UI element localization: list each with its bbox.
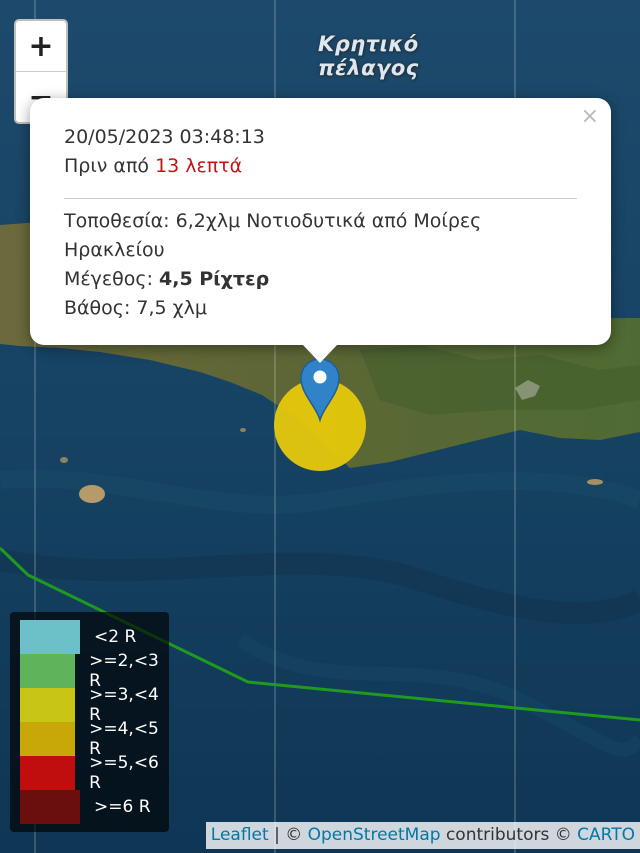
popup-tip <box>303 345 337 363</box>
legend-swatch <box>20 620 80 654</box>
legend-row: >=6 R <box>20 790 169 824</box>
magnitude-legend: <2 R >=2,<3 R >=3,<4 R >=4,<5 R >=5,<6 R >=6 … <box>10 612 169 832</box>
attribution-separator: | © <box>274 825 303 845</box>
legend-swatch <box>20 688 76 722</box>
legend-row: <2 R <box>20 620 169 654</box>
map[interactable]: + − Κρητικό πέλαγος × 20/05/2023 03:48:1… <box>0 0 640 853</box>
depth-label: Βάθος: <box>64 297 131 319</box>
location-label: Τοποθεσία: <box>64 210 170 232</box>
island-small <box>587 479 603 485</box>
location-row: Τοποθεσία: 6,2χλμ Νοτιοδυτικά από Μοίρες… <box>64 207 577 265</box>
legend-swatch <box>20 654 76 688</box>
legend-label: <2 R <box>94 627 137 647</box>
sea-name-label: Κρητικό πέλαγος <box>318 32 419 80</box>
depth-row: Βάθος: 7,5 χλμ <box>64 294 577 323</box>
magnitude-value: 4,5 Ρίχτερ <box>159 268 270 290</box>
island-paximadia <box>79 485 105 503</box>
legend-row: >=4,<5 R <box>20 719 169 759</box>
magnitude-label: Μέγεθος: <box>64 268 153 290</box>
map-attribution: Leaflet | © OpenStreetMap contributors ©… <box>205 822 640 849</box>
legend-label: >=5,<6 R <box>89 753 159 793</box>
event-datetime: 20/05/2023 03:48:13 <box>64 126 265 148</box>
time-ago-prefix: Πριν από <box>64 155 150 177</box>
legend-label: >=6 R <box>94 797 151 817</box>
popup-divider <box>64 198 577 199</box>
legend-row: >=5,<6 R <box>20 753 169 793</box>
zoom-in-button[interactable]: + <box>16 21 66 71</box>
legend-swatch <box>20 756 76 790</box>
time-ago-value: 13 λεπτά <box>155 155 243 177</box>
magnitude-row: Μέγεθος: 4,5 Ρίχτερ <box>64 265 577 294</box>
sea-name-line2: πέλαγος <box>318 56 419 80</box>
openstreetmap-link[interactable]: OpenStreetMap <box>308 825 441 845</box>
time-ago: Πριν από 13 λεπτά <box>64 152 577 181</box>
legend-swatch <box>20 790 80 824</box>
depth-value: 7,5 χλμ <box>136 297 207 319</box>
sea-name-line1: Κρητικό <box>318 32 419 56</box>
earthquake-popup: × 20/05/2023 03:48:13 Πριν από 13 λεπτά … <box>30 98 611 345</box>
leaflet-link[interactable]: Leaflet <box>211 825 269 845</box>
island-small <box>240 428 246 432</box>
close-icon[interactable]: × <box>581 104 599 129</box>
legend-swatch <box>20 722 76 756</box>
island-small <box>60 457 68 463</box>
attribution-contributors: contributors © <box>445 825 572 845</box>
carto-link[interactable]: CARTO <box>577 825 635 845</box>
legend-row: >=2,<3 R <box>20 651 169 691</box>
legend-row: >=3,<4 R <box>20 685 169 725</box>
